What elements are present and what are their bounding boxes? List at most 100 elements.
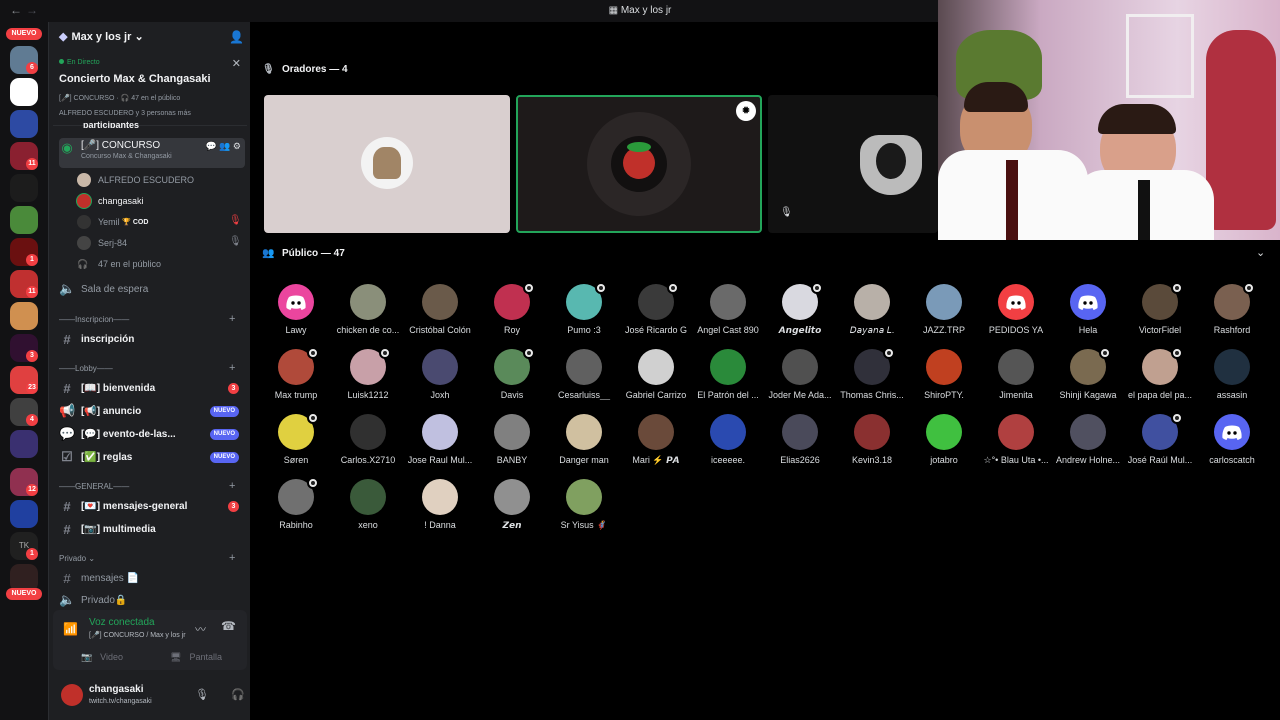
audience-member[interactable]: Max trump bbox=[262, 347, 330, 409]
chevron-down-icon[interactable]: ⌄ bbox=[1256, 246, 1265, 259]
server-icon[interactable] bbox=[10, 430, 38, 458]
avatar bbox=[77, 173, 91, 187]
screen-share-button[interactable]: 🖥 Pantalla bbox=[151, 648, 241, 666]
channel-actions-icon[interactable]: 💬 👥 ⚙ bbox=[206, 141, 241, 152]
server-icon[interactable] bbox=[10, 206, 38, 234]
audience-member[interactable]: Roy bbox=[478, 282, 546, 344]
channel-anuncio[interactable]: 📢 [📢] anuncio NUEVO bbox=[59, 402, 245, 420]
audience-member[interactable]: Cesarluiss__ bbox=[550, 349, 618, 409]
audience-member[interactable]: jotabro bbox=[910, 414, 978, 474]
audience-member[interactable]: xeno bbox=[334, 479, 402, 539]
category-general[interactable]: ——GENERAL—— bbox=[59, 482, 129, 496]
audience-count[interactable]: 🎧 47 en el público bbox=[77, 255, 161, 273]
speaker-tile-active[interactable]: ✹ bbox=[516, 95, 762, 233]
audience-member[interactable]: Søren bbox=[262, 412, 330, 474]
stage-live-card[interactable]: En Directo ✕ Concierto Max & Changasaki … bbox=[53, 54, 247, 126]
channel-inscripcion[interactable]: # inscripción bbox=[59, 330, 245, 348]
add-channel-icon[interactable]: + bbox=[229, 313, 235, 325]
noise-suppression-icon[interactable]: 〰 bbox=[195, 621, 206, 637]
audience-member[interactable]: Hela bbox=[1054, 284, 1122, 344]
add-member-icon[interactable]: 👤 bbox=[229, 30, 244, 44]
video-button[interactable]: 📷 Video bbox=[57, 648, 147, 666]
audience-member[interactable]: Pumo :3 bbox=[550, 282, 618, 344]
category-privado[interactable]: Privado ⌄ bbox=[59, 554, 95, 568]
channel-private-messages[interactable]: # mensajes 📄 bbox=[59, 569, 245, 587]
audience-member[interactable]: iceeeee. bbox=[694, 414, 762, 474]
audience-member[interactable]: chicken de co... bbox=[334, 284, 402, 344]
audience-member[interactable]: José Raúl Mul... bbox=[1126, 412, 1194, 474]
audience-member[interactable]: Carlos.X2710 bbox=[334, 414, 402, 474]
audience-member[interactable]: Danger man bbox=[550, 414, 618, 474]
audience-member[interactable]: ! Danna bbox=[406, 479, 474, 539]
audience-member[interactable]: Thomas Chris... bbox=[838, 347, 906, 409]
audience-member[interactable]: assasin bbox=[1198, 349, 1266, 409]
audience-member[interactable]: Jose Raul Mul... bbox=[406, 414, 474, 474]
channel-multimedia[interactable]: # [📷] multimedia bbox=[59, 520, 245, 538]
category-inscripcion[interactable]: ——Inscripcion—— bbox=[59, 315, 129, 329]
audience-member[interactable]: BANBY bbox=[478, 414, 546, 474]
audience-member[interactable]: Rashford bbox=[1198, 282, 1266, 344]
channel-reglas[interactable]: ☑ [✅] reglas NUEVO bbox=[59, 448, 245, 466]
audience-member[interactable]: Mari ⚡ 𝙋𝘼 bbox=[622, 414, 690, 474]
audience-member[interactable]: Sr Yisus 🦸 bbox=[550, 479, 618, 539]
audience-member[interactable]: Lawy bbox=[262, 284, 330, 344]
audience-member[interactable]: Joxh bbox=[406, 349, 474, 409]
audience-member-name: José Raúl Mul... bbox=[1127, 455, 1193, 465]
disconnect-icon[interactable]: ☎ bbox=[221, 619, 236, 633]
server-icon[interactable] bbox=[10, 110, 38, 138]
channel-waiting-room[interactable]: 🔈 Sala de espera bbox=[59, 280, 245, 298]
add-channel-icon[interactable]: + bbox=[229, 480, 235, 492]
audience-member[interactable]: Andrew Holne... bbox=[1054, 414, 1122, 474]
member-row[interactable]: changasaki bbox=[77, 192, 144, 210]
audience-member[interactable]: Jimenita bbox=[982, 349, 1050, 409]
category-lobby[interactable]: ——Lobby—— bbox=[59, 364, 113, 378]
audience-member[interactable]: ☆°• Blau Uta •... bbox=[982, 414, 1050, 474]
audience-member[interactable]: Elias2626 bbox=[766, 414, 834, 474]
audience-member[interactable]: Cristóbal Colón bbox=[406, 284, 474, 344]
headphones-icon[interactable]: 🎧 bbox=[231, 688, 245, 701]
server-header[interactable]: ◆ Max y los jr ⌄ bbox=[59, 30, 144, 43]
audience-member-name: PEDIDOS YA bbox=[988, 325, 1044, 335]
server-icon[interactable] bbox=[10, 302, 38, 330]
stage-channel[interactable]: ◉ [🎤] CONCURSO Concurso Max & Changasaki… bbox=[59, 138, 245, 168]
speaker-tile[interactable]: 🎙 bbox=[768, 95, 938, 233]
microphone-icon[interactable]: 🎙 bbox=[195, 688, 209, 701]
close-icon[interactable]: ✕ bbox=[232, 57, 241, 70]
member-row[interactable]: Serj-84 bbox=[77, 234, 127, 252]
audience-member[interactable]: PEDIDOS YA bbox=[982, 284, 1050, 344]
audience-member[interactable]: 𝘼𝙣𝙜𝙚𝙡𝙞𝙩𝙤 bbox=[766, 282, 834, 344]
audience-member-name: Hela bbox=[1078, 325, 1098, 335]
member-row[interactable]: ALFREDO ESCUDERO bbox=[77, 171, 194, 189]
add-channel-icon[interactable]: + bbox=[229, 552, 235, 564]
audience-member[interactable]: JAZZ.TRP bbox=[910, 284, 978, 344]
server-icon[interactable] bbox=[10, 174, 38, 202]
audience-member[interactable]: carloscatch bbox=[1198, 414, 1266, 474]
audience-member[interactable]: Kevin3.18 bbox=[838, 414, 906, 474]
audience-member[interactable]: VictorFidel bbox=[1126, 282, 1194, 344]
audience-member[interactable]: Angel Cast 890 bbox=[694, 284, 762, 344]
person-left-hair bbox=[964, 82, 1028, 112]
channel-evento[interactable]: 💬 [💬] evento-de-las... NUEVO bbox=[59, 425, 245, 443]
speaker-tile[interactable] bbox=[264, 95, 510, 233]
audience-member[interactable]: Gabriel Carrizo bbox=[622, 349, 690, 409]
audience-member[interactable]: Davis bbox=[478, 347, 546, 409]
add-channel-icon[interactable]: + bbox=[229, 362, 235, 374]
channel-bienvenida[interactable]: # [📖] bienvenida 3 bbox=[59, 379, 245, 397]
channel-mensajes-general[interactable]: # [💌] mensajes-general 3 bbox=[59, 497, 245, 515]
voice-channel[interactable]: [🎤] CONCURSO / Max y los jr bbox=[89, 631, 186, 639]
audience-member[interactable]: Rabinho bbox=[262, 477, 330, 539]
server-icon[interactable] bbox=[10, 78, 38, 106]
audience-member[interactable]: Shinji Kagawa bbox=[1054, 347, 1122, 409]
audience-member[interactable]: 𝘋𝘢𝘺𝘢𝘯𝘢 𝘓. bbox=[838, 284, 906, 344]
audience-member[interactable]: El Patrón del ... bbox=[694, 349, 762, 409]
audience-member[interactable]: 𝙕𝙚𝙣 bbox=[478, 479, 546, 539]
audience-member[interactable]: Luisk1212 bbox=[334, 347, 402, 409]
member-row[interactable]: Yemil 🏆 COD bbox=[77, 213, 148, 231]
server-icon[interactable] bbox=[10, 500, 38, 528]
audience-member[interactable]: Joder Me Ada... bbox=[766, 349, 834, 409]
audience-member[interactable]: José Ricardo G bbox=[622, 282, 690, 344]
audience-member[interactable]: el papa del pa... bbox=[1126, 347, 1194, 409]
avatar[interactable] bbox=[61, 684, 83, 706]
audience-member[interactable]: ShiroPTY. bbox=[910, 349, 978, 409]
channel-private-voice[interactable]: 🔈 Privado🔒 bbox=[59, 591, 245, 609]
